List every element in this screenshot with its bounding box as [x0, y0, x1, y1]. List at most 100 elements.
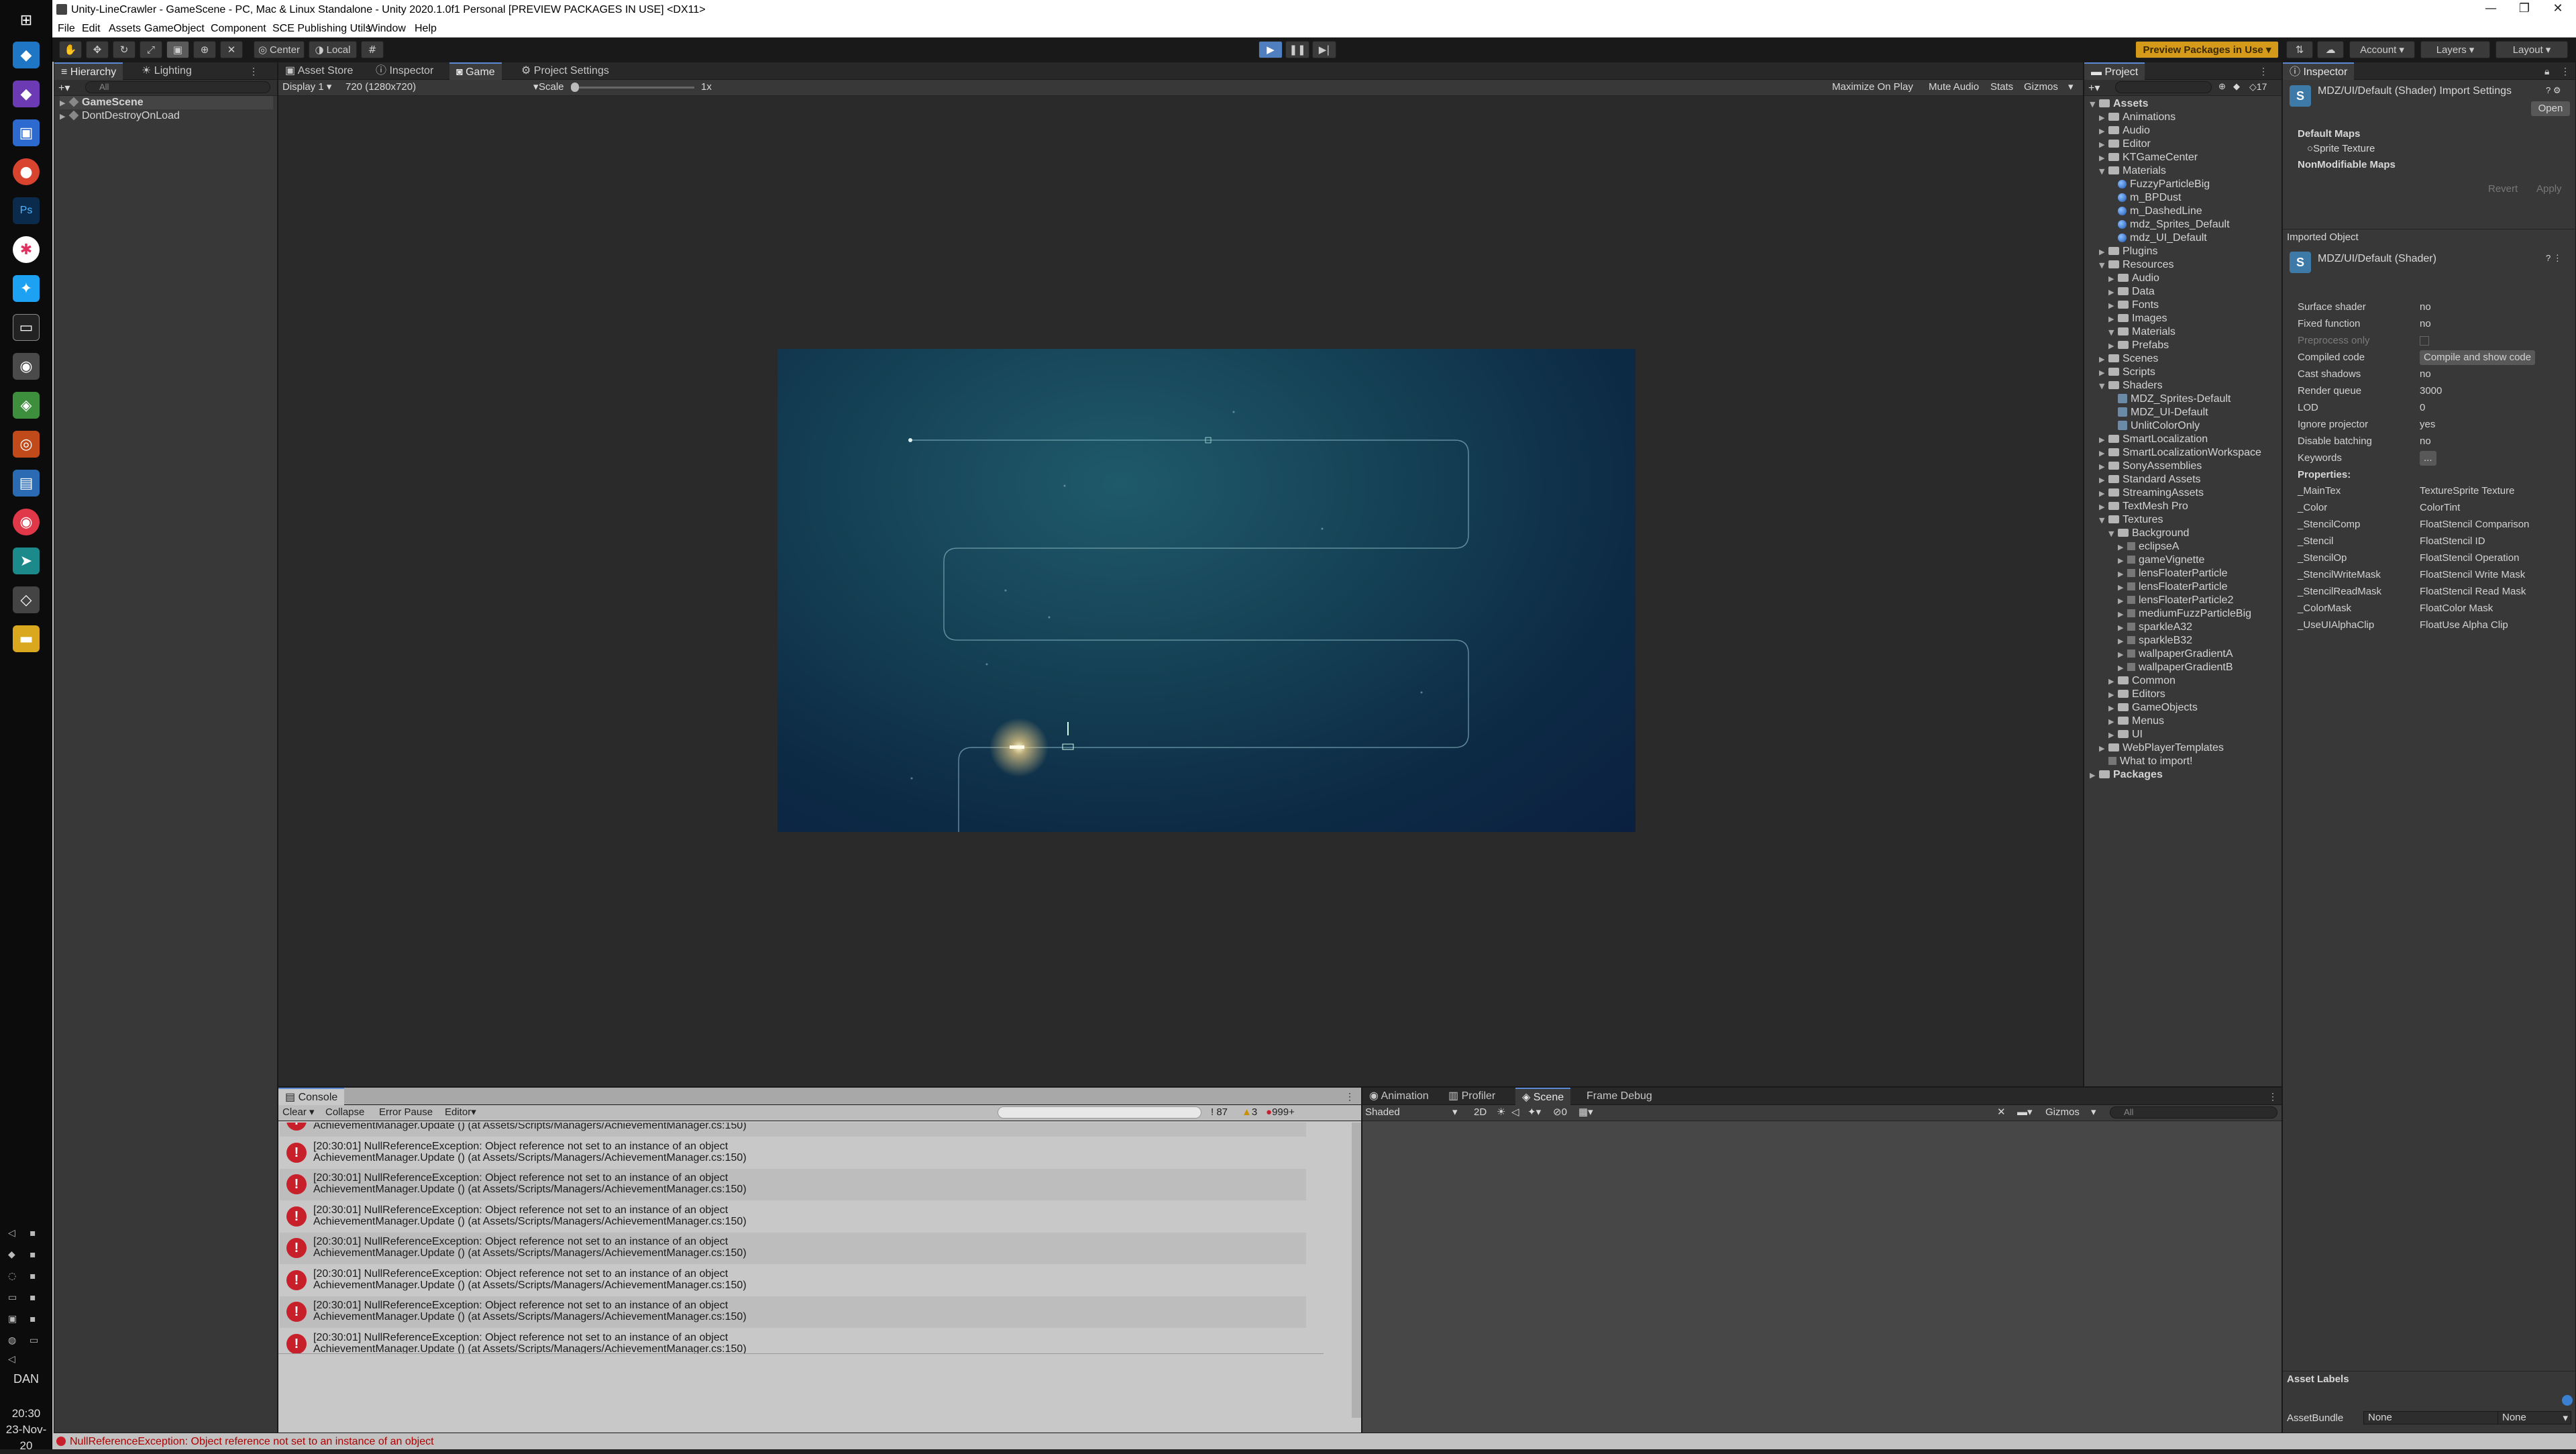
- console-log-entry[interactable]: ! [20:30:01] NullReferenceException: Obje…: [280, 1137, 1306, 1169]
- project-item[interactable]: ▶ SmartLocalization: [2099, 433, 2208, 446]
- tab-scene[interactable]: ◈ Scene: [1515, 1088, 1571, 1105]
- tab-lighting[interactable]: ☀ Lighting: [135, 62, 199, 80]
- tray-app4-icon[interactable]: ▪: [30, 1292, 43, 1304]
- project-item[interactable]: ▶ Editor: [2099, 138, 2151, 151]
- tab-game[interactable]: ◙ Game: [449, 62, 502, 80]
- tab-animation[interactable]: ◉ Animation: [1362, 1088, 1436, 1105]
- panel-menu-icon[interactable]: ⋮: [242, 62, 265, 80]
- expand-arrow-icon[interactable]: ▶: [2118, 635, 2127, 648]
- clear-button[interactable]: Clear: [282, 1105, 307, 1120]
- filter-label-icon[interactable]: ◆: [2233, 81, 2240, 92]
- expand-arrow-icon[interactable]: ▶: [2118, 581, 2127, 594]
- move-tool-icon[interactable]: ✥: [86, 41, 109, 58]
- pivot-local-button[interactable]: ◑ Local: [309, 41, 357, 58]
- project-item[interactable]: ▼ Textures: [2099, 513, 2163, 527]
- scale-tool-icon[interactable]: ⤢: [140, 41, 162, 58]
- expand-arrow-icon[interactable]: ▶: [2118, 554, 2127, 568]
- blender-icon[interactable]: ◎: [13, 431, 40, 458]
- chevron-down-icon[interactable]: ▾: [2068, 80, 2074, 95]
- snap-icon[interactable]: #: [361, 41, 384, 58]
- console-scrollbar[interactable]: [1352, 1123, 1361, 1418]
- shader-info-value[interactable]: ...: [2420, 451, 2436, 466]
- project-item[interactable]: MDZ_UI-Default: [2108, 406, 2208, 419]
- project-item[interactable]: ▶ Packages: [2090, 768, 2163, 782]
- error-count-toggle[interactable]: ●999+: [1266, 1105, 1295, 1120]
- console-log-entry[interactable]: ! [20:30:01] NullReferenceException: Obje…: [280, 1233, 1306, 1264]
- info-count-toggle[interactable]: ! 87: [1211, 1105, 1228, 1120]
- help-icon[interactable]: ? ⚙: [2546, 85, 2561, 96]
- expand-arrow-icon[interactable]: ▶: [2118, 648, 2127, 662]
- expand-arrow-icon[interactable]: ▶: [2108, 313, 2118, 326]
- project-item[interactable]: ▶ Audio: [2099, 124, 2150, 138]
- panel-menu-icon[interactable]: ⋮: [1338, 1088, 1361, 1105]
- file-explorer-icon[interactable]: ▬: [13, 625, 40, 652]
- windows-start-icon[interactable]: ⊞: [13, 7, 40, 34]
- expand-arrow-icon[interactable]: ▶: [2108, 675, 2118, 688]
- console-log-entry[interactable]: ! [20:30:01] NullReferenceException: Obje…: [280, 1328, 1306, 1353]
- custom-tool-icon[interactable]: ✕: [220, 41, 243, 58]
- filter-type-icon[interactable]: ⊕: [2218, 81, 2226, 92]
- expand-arrow-icon[interactable]: ▶: [2099, 474, 2108, 487]
- chevron-down-icon[interactable]: ▾: [2091, 1105, 2096, 1120]
- stats-toggle[interactable]: Stats: [1990, 80, 2013, 95]
- tab-console[interactable]: ▤ Console: [278, 1088, 345, 1105]
- terminal-icon[interactable]: ▭: [13, 314, 40, 341]
- project-item[interactable]: ▶ eclipseA: [2118, 540, 2179, 554]
- tray-battery-icon[interactable]: ▣: [8, 1314, 21, 1326]
- menu-assets[interactable]: Assets: [109, 23, 141, 35]
- effects-toggle-icon[interactable]: ✦▾: [1527, 1105, 1541, 1120]
- scale-slider-track[interactable]: [574, 87, 694, 89]
- twitter-icon[interactable]: ✦: [13, 275, 40, 302]
- slack-icon[interactable]: ✱: [13, 236, 40, 263]
- grid-toggle-icon[interactable]: ▦▾: [1578, 1105, 1593, 1120]
- project-item[interactable]: ▶ mediumFuzzParticleBig: [2118, 607, 2251, 621]
- editor-dropdown[interactable]: Editor▾: [445, 1105, 476, 1120]
- visual-studio-icon[interactable]: ◆: [13, 81, 40, 107]
- sourcetree-icon[interactable]: ◉: [13, 353, 40, 380]
- project-item[interactable]: ▶ sparkleA32: [2118, 621, 2192, 634]
- project-item[interactable]: ▶ Images: [2108, 312, 2167, 325]
- expand-arrow-icon[interactable]: ▶: [2118, 608, 2127, 621]
- collab-icon[interactable]: ⇅: [2286, 41, 2313, 58]
- project-search-input[interactable]: [2115, 81, 2212, 93]
- project-item[interactable]: ▶ Plugins: [2099, 245, 2157, 258]
- chrome-icon[interactable]: ●: [13, 158, 40, 185]
- console-log-entry[interactable]: ! [20:30:01] NullReferenceException: Obje…: [280, 1123, 1306, 1137]
- chart-app-icon[interactable]: ▤: [13, 470, 40, 497]
- expand-arrow-icon[interactable]: ▶: [2099, 152, 2108, 165]
- shading-mode-dropdown[interactable]: Shaded ▾: [1365, 1105, 1458, 1120]
- expand-arrow-icon[interactable]: ▶: [2108, 729, 2118, 742]
- expand-arrow-icon[interactable]: ▶: [2118, 594, 2127, 608]
- tab-project[interactable]: ▬ Project: [2084, 62, 2145, 80]
- expand-arrow-icon[interactable]: ▼: [2108, 326, 2118, 340]
- tab-asset-store[interactable]: ▣ Asset Store: [278, 62, 360, 80]
- create-plus-icon[interactable]: +▾: [2088, 81, 2100, 95]
- expand-arrow-icon[interactable]: ▶: [2099, 138, 2108, 152]
- layout-dropdown[interactable]: Layout ▾: [2496, 41, 2568, 58]
- project-item[interactable]: ▼ Background: [2108, 527, 2189, 540]
- open-button[interactable]: Open: [2531, 101, 2570, 116]
- expand-arrow-icon[interactable]: ▼: [2099, 259, 2108, 272]
- tray-display-icon[interactable]: ▭: [8, 1292, 21, 1304]
- project-item[interactable]: ▶ Prefabs: [2108, 339, 2169, 352]
- project-item[interactable]: ▶ Standard Assets: [2099, 473, 2201, 486]
- pivot-center-button[interactable]: ◎ Center: [254, 41, 305, 58]
- assetbundle-variant-dropdown[interactable]: None ▾: [2498, 1411, 2571, 1424]
- project-item[interactable]: ▶ Scripts: [2099, 366, 2155, 379]
- tray-app5-icon[interactable]: ▪: [30, 1314, 43, 1326]
- project-item[interactable]: ▶ wallpaperGradientB: [2118, 661, 2233, 674]
- tray-dropbox-icon[interactable]: ◆: [8, 1249, 21, 1261]
- shader-info-value[interactable]: Compile and show code: [2420, 350, 2536, 365]
- layers-dropdown[interactable]: Layers ▾: [2420, 41, 2490, 58]
- tray-network-icon[interactable]: ◁: [8, 1228, 21, 1240]
- expand-arrow-icon[interactable]: ▶: [2108, 702, 2118, 715]
- project-item[interactable]: m_DashedLine: [2108, 205, 2202, 218]
- transform-tool-icon[interactable]: ⊕: [193, 41, 216, 58]
- console-log-entry[interactable]: ! [20:30:01] NullReferenceException: Obje…: [280, 1169, 1306, 1200]
- project-item[interactable]: mdz_UI_Default: [2108, 231, 2207, 245]
- project-item[interactable]: m_BPDust: [2108, 191, 2181, 205]
- tray-monitor-icon[interactable]: ▭: [30, 1335, 43, 1347]
- project-item[interactable]: What to import!: [2099, 755, 2192, 768]
- tray-app2-icon[interactable]: ▪: [30, 1249, 43, 1261]
- expand-arrow-icon[interactable]: ▶: [2118, 568, 2127, 581]
